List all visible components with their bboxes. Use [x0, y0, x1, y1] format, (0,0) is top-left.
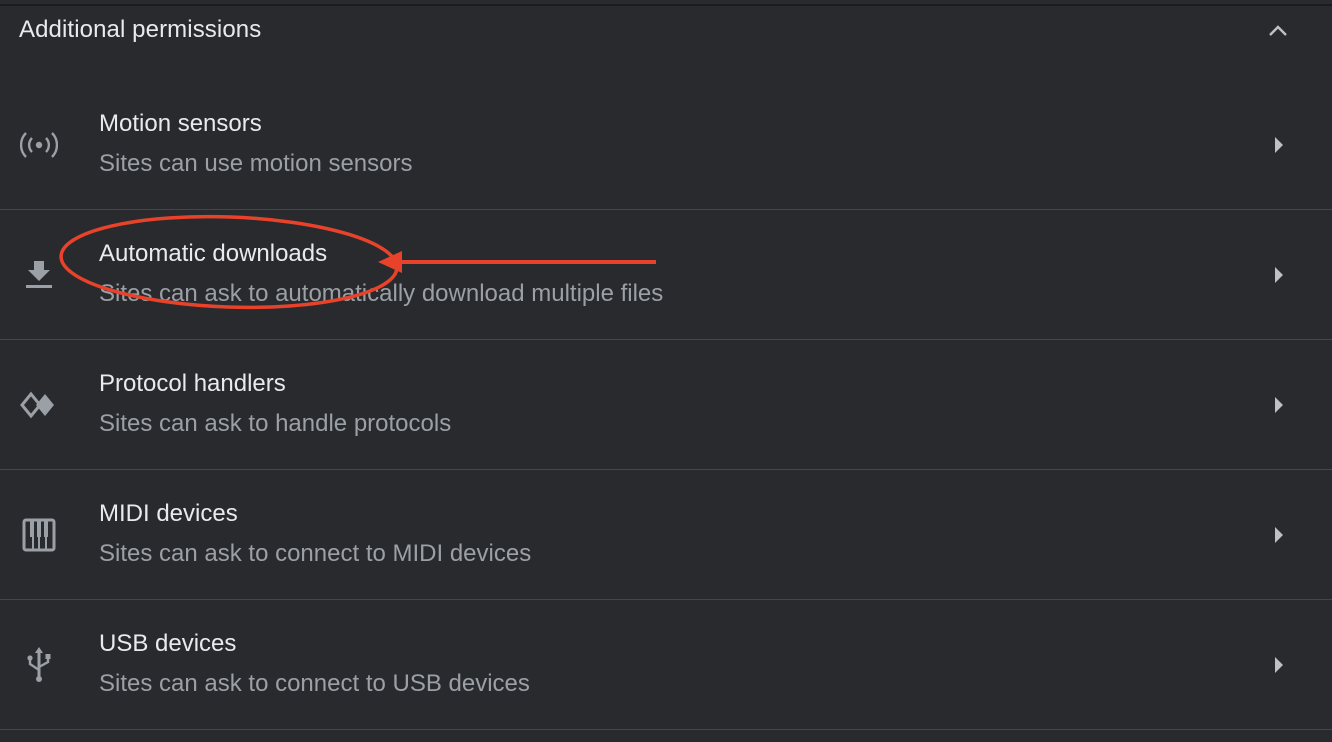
collapse-button[interactable] — [1262, 18, 1294, 46]
protocol-handler-icon — [20, 386, 58, 424]
permission-description: Sites can use motion sensors — [99, 150, 413, 177]
permission-row-automatic-downloads[interactable]: Automatic downloads Sites can ask to aut… — [0, 210, 1332, 340]
permission-label: MIDI devices — [99, 500, 238, 527]
permission-row-motion-sensors[interactable]: Motion sensors Sites can use motion sens… — [0, 80, 1332, 210]
permission-description: Sites can ask to connect to USB devices — [99, 670, 530, 697]
permissions-page: Additional permissions Motion sensors Si… — [0, 0, 1332, 742]
additional-permissions-header[interactable]: Additional permissions — [0, 6, 1332, 60]
permission-row-usb-devices[interactable]: USB devices Sites can ask to connect to … — [0, 600, 1332, 730]
permission-list: Motion sensors Sites can use motion sens… — [0, 80, 1332, 730]
motion-sensors-icon — [20, 126, 58, 164]
permission-label: Protocol handlers — [99, 370, 286, 397]
permission-label: USB devices — [99, 630, 237, 657]
chevron-right-icon — [1268, 392, 1290, 416]
permission-label: Automatic downloads — [99, 240, 328, 267]
permission-label: Motion sensors — [99, 110, 262, 137]
chevron-up-icon — [1269, 25, 1287, 36]
permission-description: Sites can ask to handle protocols — [99, 410, 452, 437]
piano-icon — [20, 516, 58, 554]
chevron-right-icon — [1268, 652, 1290, 676]
chevron-right-icon — [1268, 132, 1290, 156]
permission-row-midi-devices[interactable]: MIDI devices Sites can ask to connect to… — [0, 470, 1332, 600]
usb-icon — [20, 646, 58, 684]
permission-description: Sites can ask to automatically download … — [99, 280, 664, 307]
chevron-right-icon — [1268, 522, 1290, 546]
permission-row-protocol-handlers[interactable]: Protocol handlers Sites can ask to handl… — [0, 340, 1332, 470]
section-title: Additional permissions — [19, 16, 262, 43]
chevron-right-icon — [1268, 262, 1290, 286]
permission-description: Sites can ask to connect to MIDI devices — [99, 540, 532, 567]
download-icon — [20, 256, 58, 294]
